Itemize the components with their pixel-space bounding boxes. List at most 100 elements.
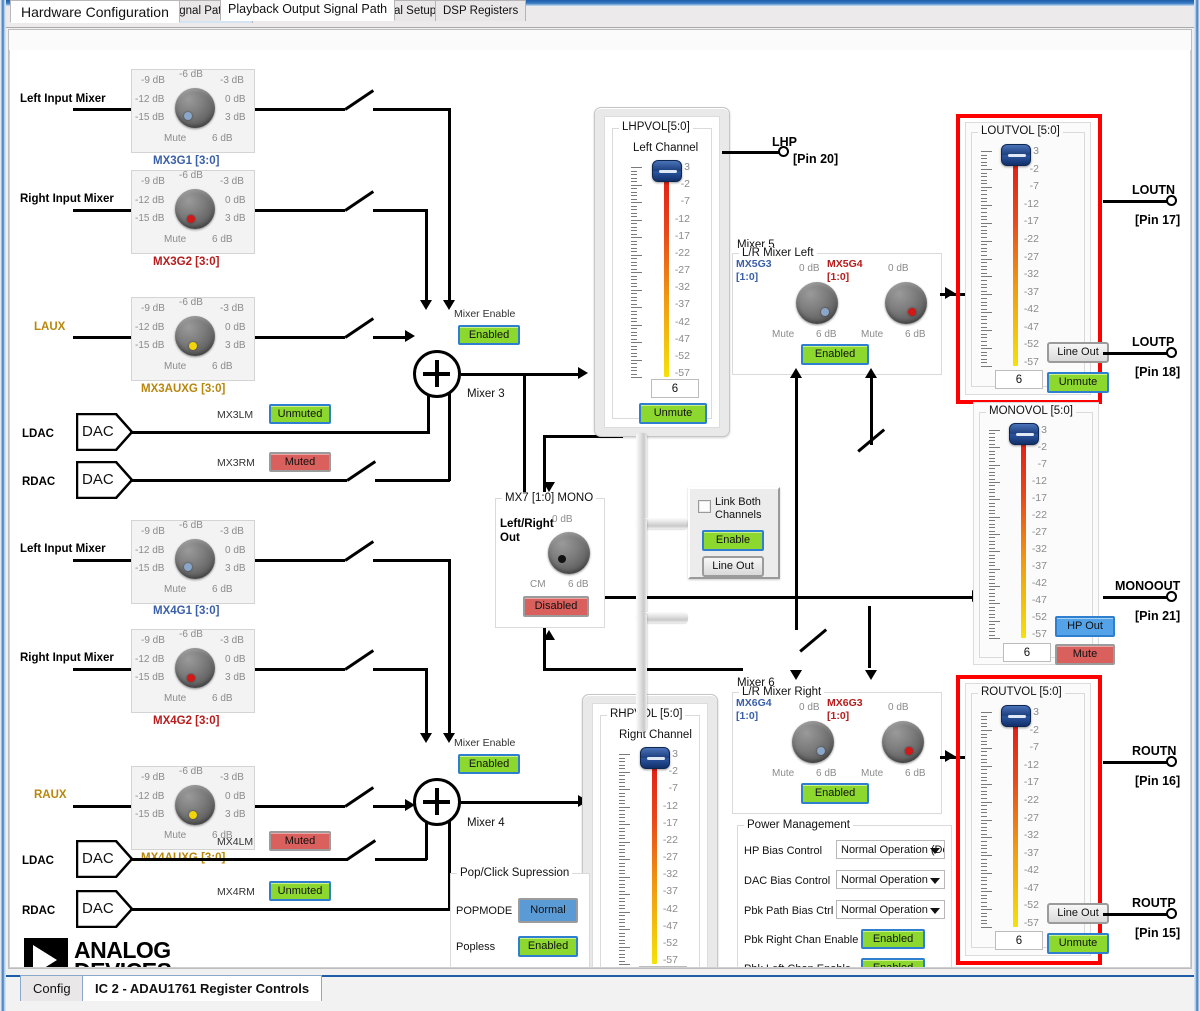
arrow-icon <box>420 300 432 310</box>
switch-mx4g1[interactable] <box>344 540 374 561</box>
mixer3-source-label-1: Right Input Mixer <box>20 193 114 205</box>
mx6g3-knob-right-label: 6 dB <box>905 768 926 779</box>
mixer3-enable-button[interactable]: Enabled <box>458 325 520 345</box>
mx3g2-knob-box[interactable]: -9 dB -6 dB -3 dB -12 dB 0 dB -15 dB 3 d… <box>131 170 255 254</box>
knob-scale-fl: Mute <box>164 584 186 595</box>
switch-mx3rm[interactable] <box>346 460 376 481</box>
switch-mixer6-left[interactable] <box>799 628 827 652</box>
mx5g4-knob[interactable] <box>885 282 927 324</box>
scale-tick-label: -47 <box>1032 594 1047 606</box>
mx4lm-state-button[interactable]: Muted <box>269 831 331 851</box>
mx4g2-knob[interactable] <box>175 648 215 688</box>
wire <box>523 373 526 493</box>
scale-tick-label: -52 <box>675 350 690 362</box>
wire <box>461 801 581 804</box>
mx6g4-knob[interactable] <box>792 721 834 763</box>
mx7-knob[interactable] <box>548 532 590 574</box>
knob-scale-fr: 6 dB <box>212 234 233 245</box>
mx3auxg-knob-box[interactable]: -9 dB -6 dB -3 dB -12 dB 0 dB -15 dB 3 d… <box>131 297 255 381</box>
mx6g4-bits-label: [1:0] <box>736 710 758 722</box>
monovol-value-field[interactable]: 6 <box>1003 643 1051 662</box>
pbk-left-chan-enable-button[interactable]: Enabled <box>861 958 925 968</box>
mx6g3-knob[interactable] <box>882 721 924 763</box>
mx4rm-state-button[interactable]: Unmuted <box>269 881 331 901</box>
tab-dsp-registers[interactable]: DSP Registers <box>435 0 526 21</box>
lhpvol-value-field[interactable]: 6 <box>651 379 699 398</box>
switch-mx3g1[interactable] <box>344 89 374 110</box>
pipe-segment <box>636 518 647 624</box>
mx4g1-knob[interactable] <box>175 539 215 579</box>
monovol-mode-button[interactable]: HP Out <box>1055 616 1115 637</box>
mx4auxg-knob[interactable] <box>175 785 215 825</box>
mixer5-enable-button[interactable]: Enabled <box>801 344 869 365</box>
mx4g1-knob-box[interactable]: -9 dB -6 dB -3 dB -12 dB 0 dB -15 dB 3 d… <box>131 520 255 604</box>
routvol-mode-button[interactable]: Line Out <box>1047 903 1109 924</box>
mx3auxg-knob[interactable] <box>175 316 215 356</box>
scale-tick-label: -32 <box>663 868 678 880</box>
switch-mx3auxg[interactable] <box>344 317 374 338</box>
mixer3-enable-caption: Mixer Enable <box>454 308 515 320</box>
mx7-state-button[interactable]: Disabled <box>523 596 589 617</box>
loutvol-mute-button[interactable]: Unmute <box>1047 372 1109 393</box>
routvol-mute-button[interactable]: Unmute <box>1047 933 1109 954</box>
pbk-right-chan-enable-button[interactable]: Enabled <box>861 929 925 949</box>
switch-mx4lm[interactable] <box>346 839 376 860</box>
popless-button[interactable]: Enabled <box>518 936 578 957</box>
routvol-scale-labels: 3-2-7-12-17-22-27-32-37-42-47-52-57 <box>1007 712 1039 923</box>
mx3rm-state-button[interactable]: Muted <box>269 452 331 472</box>
mx3g1-knob-box[interactable]: -9 dB -6 dB -3 dB -12 dB 0 dB -15 dB 3 d… <box>131 69 255 153</box>
scale-tick-label: 3 <box>672 748 678 760</box>
scale-tick-label: -37 <box>663 885 678 897</box>
mx4g2-register-label: MX4G2 [3:0] <box>153 715 219 727</box>
mx4g2-knob-box[interactable]: -9 dB -6 dB -3 dB -12 dB 0 dB -15 dB 3 d… <box>131 629 255 713</box>
scale-tick-label: -17 <box>1032 492 1047 504</box>
mx3g1-knob[interactable] <box>175 88 215 128</box>
mixer4-label: Mixer 4 <box>467 817 505 829</box>
link-line-out-button[interactable]: Line Out <box>702 556 764 577</box>
monovol-mute-button[interactable]: Mute <box>1055 644 1115 665</box>
scale-tick-label: 3 <box>1033 145 1039 157</box>
mx5g3-knob[interactable] <box>796 282 838 324</box>
knob-scale-br: 3 dB <box>225 112 246 123</box>
mx3g2-knob[interactable] <box>175 189 215 229</box>
link-enable-button[interactable]: Enable <box>702 530 764 551</box>
switch-mx4auxg[interactable] <box>344 786 374 807</box>
bottom-tab-config[interactable]: Config <box>20 975 84 1001</box>
routvol-value-field[interactable]: 6 <box>995 931 1043 950</box>
popmode-button[interactable]: Normal <box>518 898 578 923</box>
monovol-title: MONOVOL [5:0] <box>986 405 1076 417</box>
knob-scale-ml: -12 dB <box>135 322 164 333</box>
bottom-tab-register-controls[interactable]: IC 2 - ADAU1761 Register Controls <box>82 975 322 1001</box>
rhpvol-subtitle: Right Channel <box>619 729 692 741</box>
lhpvol-scale-labels: 3-2-7-12-17-22-27-32-37-42-47-52-57 <box>658 167 690 373</box>
mx7-side-label: Left/Right Out <box>500 517 534 545</box>
routvol-title: ROUTVOL [5:0] <box>978 686 1065 698</box>
tab-playback-output-signal-path[interactable]: Playback Output Signal Path <box>220 0 395 21</box>
dac-bias-control-dropdown[interactable]: Normal Operation <box>836 870 945 889</box>
knob-scale-mr: 0 dB <box>225 654 246 665</box>
scale-tick-label: -52 <box>1024 338 1039 350</box>
arrow-icon <box>420 733 432 743</box>
knob-scale-fl: Mute <box>164 234 186 245</box>
link-both-channels-checkbox[interactable] <box>698 500 711 513</box>
loutvol-value-field[interactable]: 6 <box>995 370 1043 389</box>
rhpvol-value-field[interactable]: 6 <box>639 966 687 968</box>
knob-scale-ml: -12 dB <box>135 195 164 206</box>
switch-mx4g2[interactable] <box>344 649 374 670</box>
switch-mx3g2[interactable] <box>344 190 374 211</box>
rhpvol-tick-scale <box>619 754 631 964</box>
pbk-path-bias-ctrl-dropdown[interactable]: Normal Operation <box>836 900 945 919</box>
wire <box>73 108 131 111</box>
mixer4-source-label-2: RAUX <box>34 789 67 801</box>
loutvol-mode-button[interactable]: Line Out <box>1047 342 1109 363</box>
wire <box>868 606 871 668</box>
hp-bias-control-dropdown[interactable]: Normal Operation (Defa <box>836 840 945 859</box>
mixer6-enable-button[interactable]: Enabled <box>801 783 869 804</box>
scale-tick-label: -42 <box>1024 303 1039 315</box>
mx3lm-state-button[interactable]: Unmuted <box>269 404 331 424</box>
tab-hardware-configuration[interactable]: Hardware Configuration <box>10 0 180 23</box>
knob-scale-fr: 6 dB <box>212 693 233 704</box>
mx3g1-register-label: MX3G1 [3:0] <box>153 155 219 167</box>
mixer4-enable-button[interactable]: Enabled <box>458 754 520 774</box>
lhpvol-mute-button[interactable]: Unmute <box>639 403 707 424</box>
